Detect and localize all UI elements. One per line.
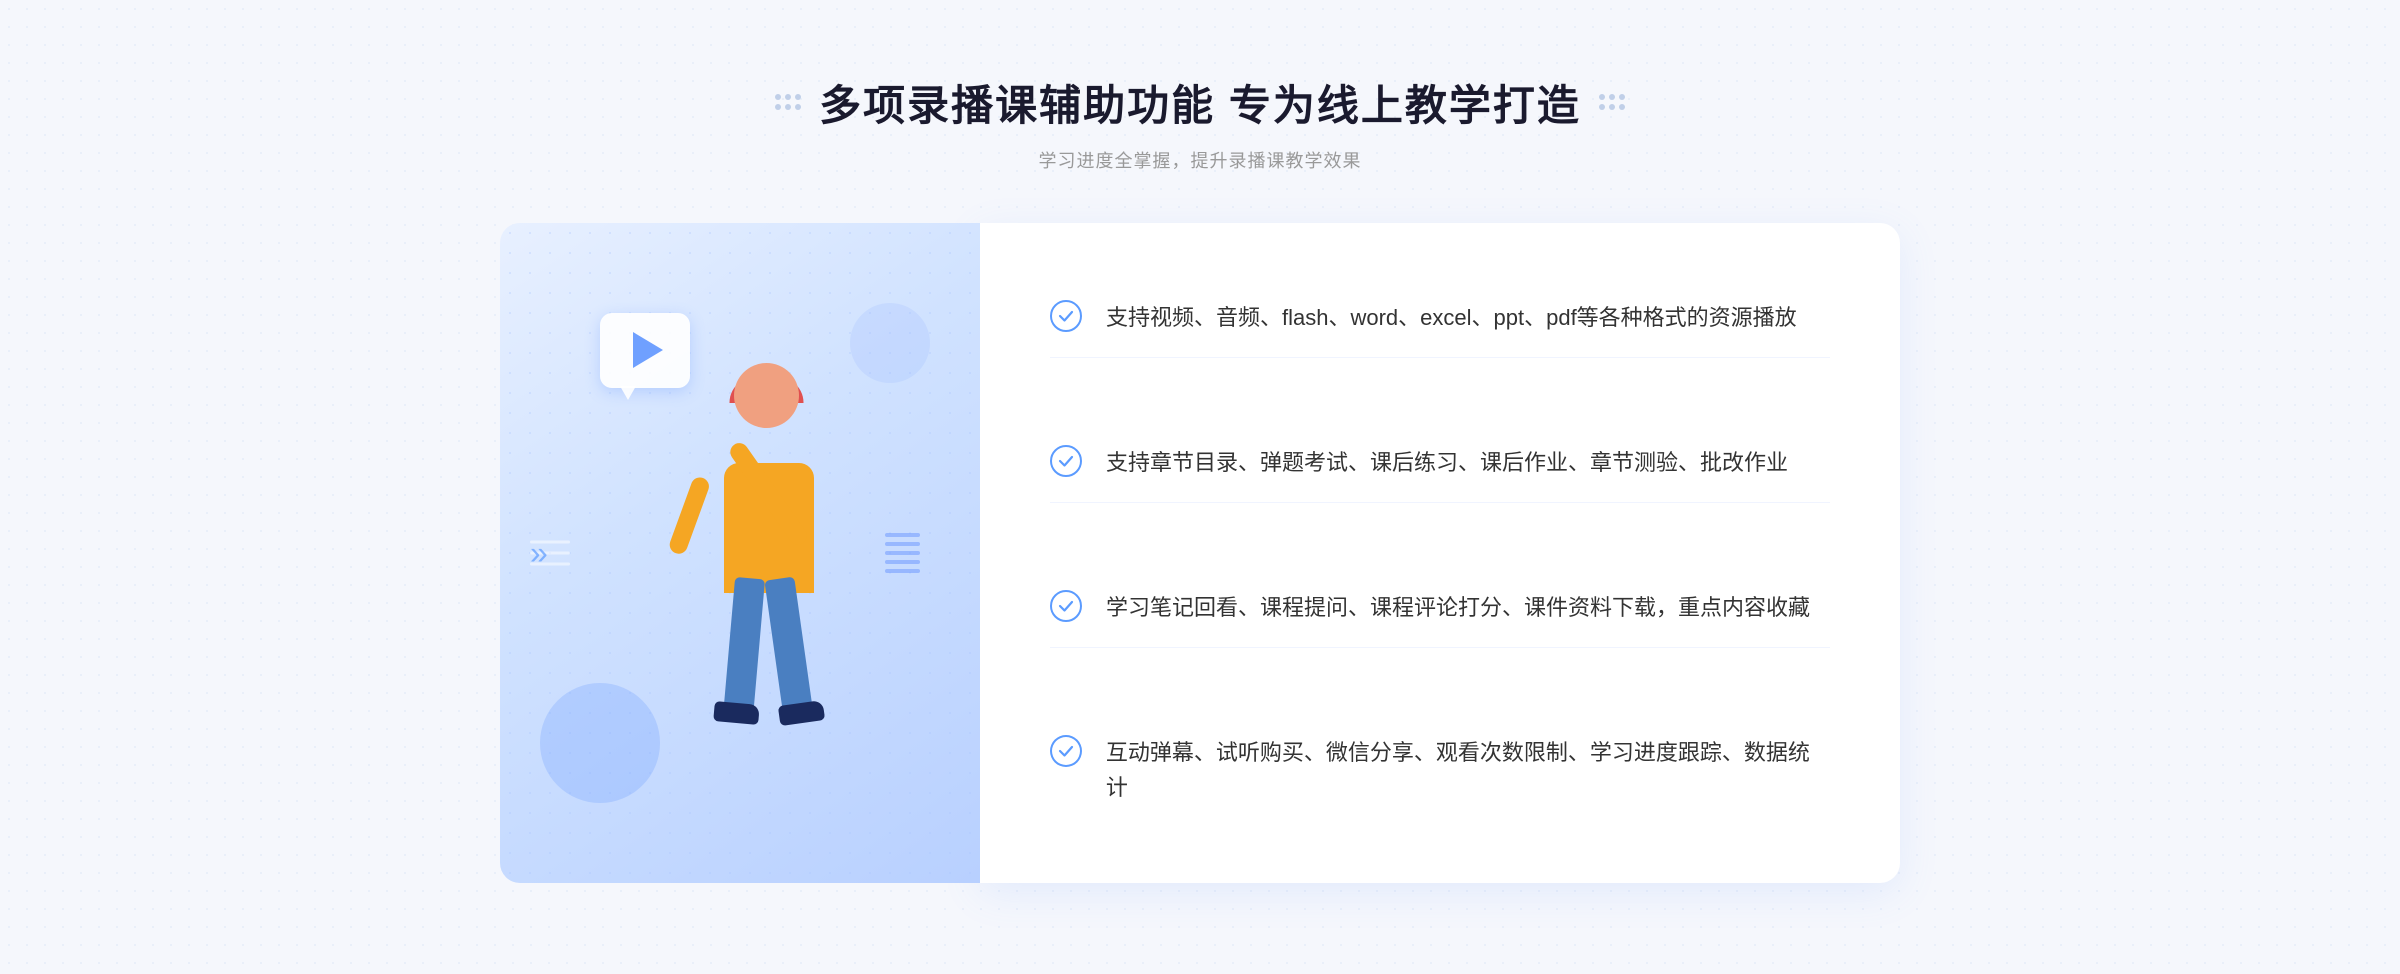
play-icon <box>633 332 663 368</box>
content-area: » <box>500 223 1900 883</box>
page-wrapper: 多项录播课辅助功能 专为线上教学打造 学习进度全掌握，提升录播课教学效果 » <box>0 0 2400 974</box>
checkmark-svg-2 <box>1057 452 1075 470</box>
right-dots-decoration <box>1599 94 1625 110</box>
check-icon-4 <box>1050 735 1082 767</box>
left-dots-decoration <box>775 94 801 110</box>
person-leg-right <box>764 576 813 719</box>
feature-item-3: 学习笔记回看、课程提问、课程评论打分、课件资料下载，重点内容收藏 <box>1050 568 1830 648</box>
check-icon-1 <box>1050 300 1082 332</box>
checkmark-svg-1 <box>1057 307 1075 325</box>
circle-decoration-1 <box>540 683 660 803</box>
check-icon-2 <box>1050 445 1082 477</box>
checkmark-svg-3 <box>1057 597 1075 615</box>
person-head <box>734 363 799 428</box>
left-arrow-decoration: » <box>530 534 548 571</box>
feature-text-1: 支持视频、音频、flash、word、excel、ppt、pdf等各种格式的资源… <box>1106 300 1797 335</box>
check-icon-3 <box>1050 590 1082 622</box>
title-row: 多项录播课辅助功能 专为线上教学打造 <box>775 72 1625 133</box>
person-shoe-left <box>713 701 760 725</box>
feature-text-2: 支持章节目录、弹题考试、课后练习、课后作业、章节测验、批改作业 <box>1106 445 1788 480</box>
person-illustration <box>674 363 894 883</box>
checkmark-svg-4 <box>1057 742 1075 760</box>
person-leg-left <box>723 576 765 718</box>
feature-item-2: 支持章节目录、弹题考试、课后练习、课后作业、章节测验、批改作业 <box>1050 423 1830 503</box>
page-subtitle: 学习进度全掌握，提升录播课教学效果 <box>775 147 1625 173</box>
header-section: 多项录播课辅助功能 专为线上教学打造 学习进度全掌握，提升录播课教学效果 <box>775 72 1625 173</box>
feature-item-1: 支持视频、音频、flash、word、excel、ppt、pdf等各种格式的资源… <box>1050 278 1830 358</box>
illustration-card <box>500 223 980 883</box>
features-panel: 支持视频、音频、flash、word、excel、ppt、pdf等各种格式的资源… <box>980 223 1900 883</box>
person-arm-left <box>667 474 711 555</box>
feature-text-3: 学习笔记回看、课程提问、课程评论打分、课件资料下载，重点内容收藏 <box>1106 590 1810 625</box>
feature-item-4: 互动弹幕、试听购买、微信分享、观看次数限制、学习进度跟踪、数据统计 <box>1050 713 1830 827</box>
page-title: 多项录播课辅助功能 专为线上教学打造 <box>819 72 1581 133</box>
feature-text-4: 互动弹幕、试听购买、微信分享、观看次数限制、学习进度跟踪、数据统计 <box>1106 735 1830 805</box>
